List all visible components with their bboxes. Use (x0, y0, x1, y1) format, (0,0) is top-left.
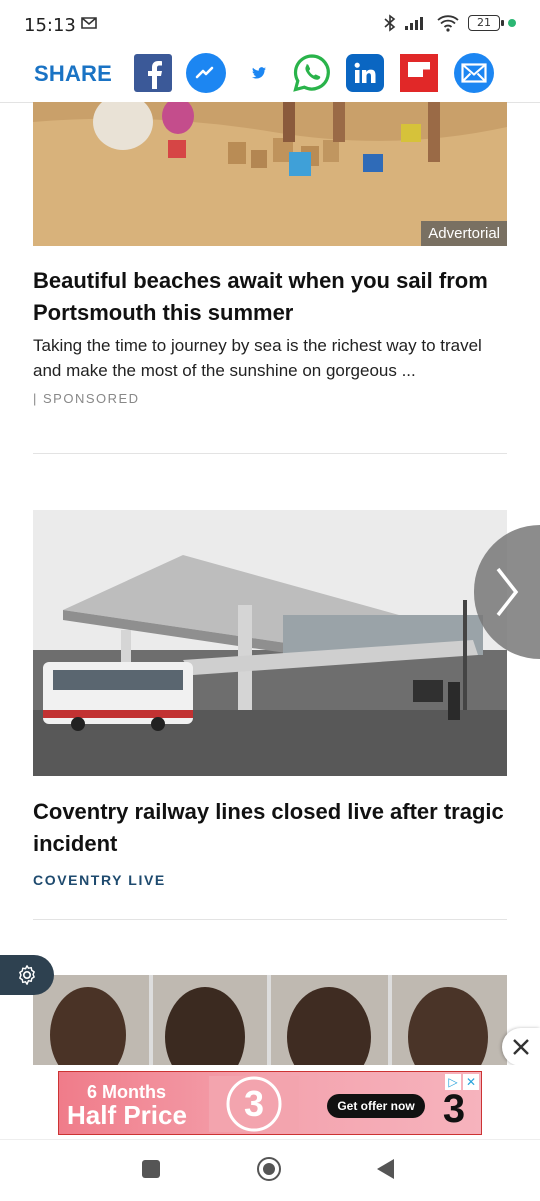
privacy-settings-button[interactable] (0, 955, 54, 995)
back-button[interactable] (377, 1159, 394, 1179)
beach-image[interactable]: Advertorial (33, 102, 507, 246)
chevron-right-icon (496, 567, 519, 617)
three-logo-icon: 3 (443, 1087, 465, 1128)
battery-indicator: 21 (468, 15, 504, 31)
system-navigation-bar (0, 1139, 540, 1201)
article-headline[interactable]: Coventry railway lines closed live after… (33, 796, 507, 860)
article-headline[interactable]: Beautiful beaches await when you sail fr… (33, 265, 507, 329)
article-feed[interactable]: Advertorial Beautiful beaches await when… (0, 102, 540, 1065)
divider (33, 919, 507, 920)
article-image[interactable] (33, 975, 507, 1065)
share-bar: SHARE (0, 48, 540, 103)
close-ad-button[interactable] (502, 1028, 540, 1066)
gear-icon (19, 965, 35, 985)
mugshots-illustration (33, 975, 507, 1065)
bus-station-illustration (33, 510, 507, 776)
article-description: Taking the time to journey by sea is the… (33, 336, 482, 380)
three-logo-glyph: 3 (443, 1087, 465, 1128)
ad-banner-container: 6 Months Half Price 3 Get offer now 3 ▷ … (0, 1065, 540, 1139)
ad-info-icon[interactable]: ▷ (445, 1074, 461, 1090)
gmail-icon (81, 17, 97, 29)
share-label: SHARE (34, 61, 113, 86)
bluetooth-icon (384, 14, 396, 32)
sponsored-label: | SPONSORED (33, 391, 140, 406)
notification-dot (508, 19, 516, 27)
linkedin-icon[interactable] (346, 54, 384, 92)
wifi-icon (437, 15, 459, 32)
twitter-icon[interactable] (248, 54, 270, 92)
ad-close-icon[interactable]: ✕ (463, 1074, 479, 1090)
status-bar: 15:13 21 (0, 0, 540, 48)
status-icons: 21 (384, 14, 516, 32)
divider (33, 453, 507, 454)
whatsapp-icon[interactable] (292, 53, 332, 93)
messenger-icon[interactable] (186, 53, 226, 93)
get-offer-button[interactable]: Get offer now (327, 1094, 425, 1118)
article-source[interactable]: COVENTRY LIVE (33, 872, 166, 888)
signal-icon (405, 17, 423, 30)
email-icon[interactable] (454, 53, 494, 93)
bus-station-image[interactable] (33, 510, 507, 776)
facebook-icon[interactable] (134, 54, 172, 92)
advertorial-badge: Advertorial (421, 221, 507, 246)
close-icon (513, 1039, 529, 1055)
brand-logo-icon: 3 (209, 1076, 299, 1132)
brand-logo-glyph: 3 (244, 1083, 264, 1124)
status-time: 15:13 (24, 15, 76, 36)
ad-choices[interactable]: ▷ ✕ (445, 1074, 479, 1090)
ad-headline-line2: Half Price (67, 1100, 187, 1130)
ad-banner[interactable]: 6 Months Half Price 3 Get offer now 3 ▷ … (58, 1071, 482, 1135)
flipboard-icon[interactable] (400, 54, 438, 92)
home-button[interactable] (257, 1157, 281, 1181)
recents-button[interactable] (142, 1160, 160, 1178)
